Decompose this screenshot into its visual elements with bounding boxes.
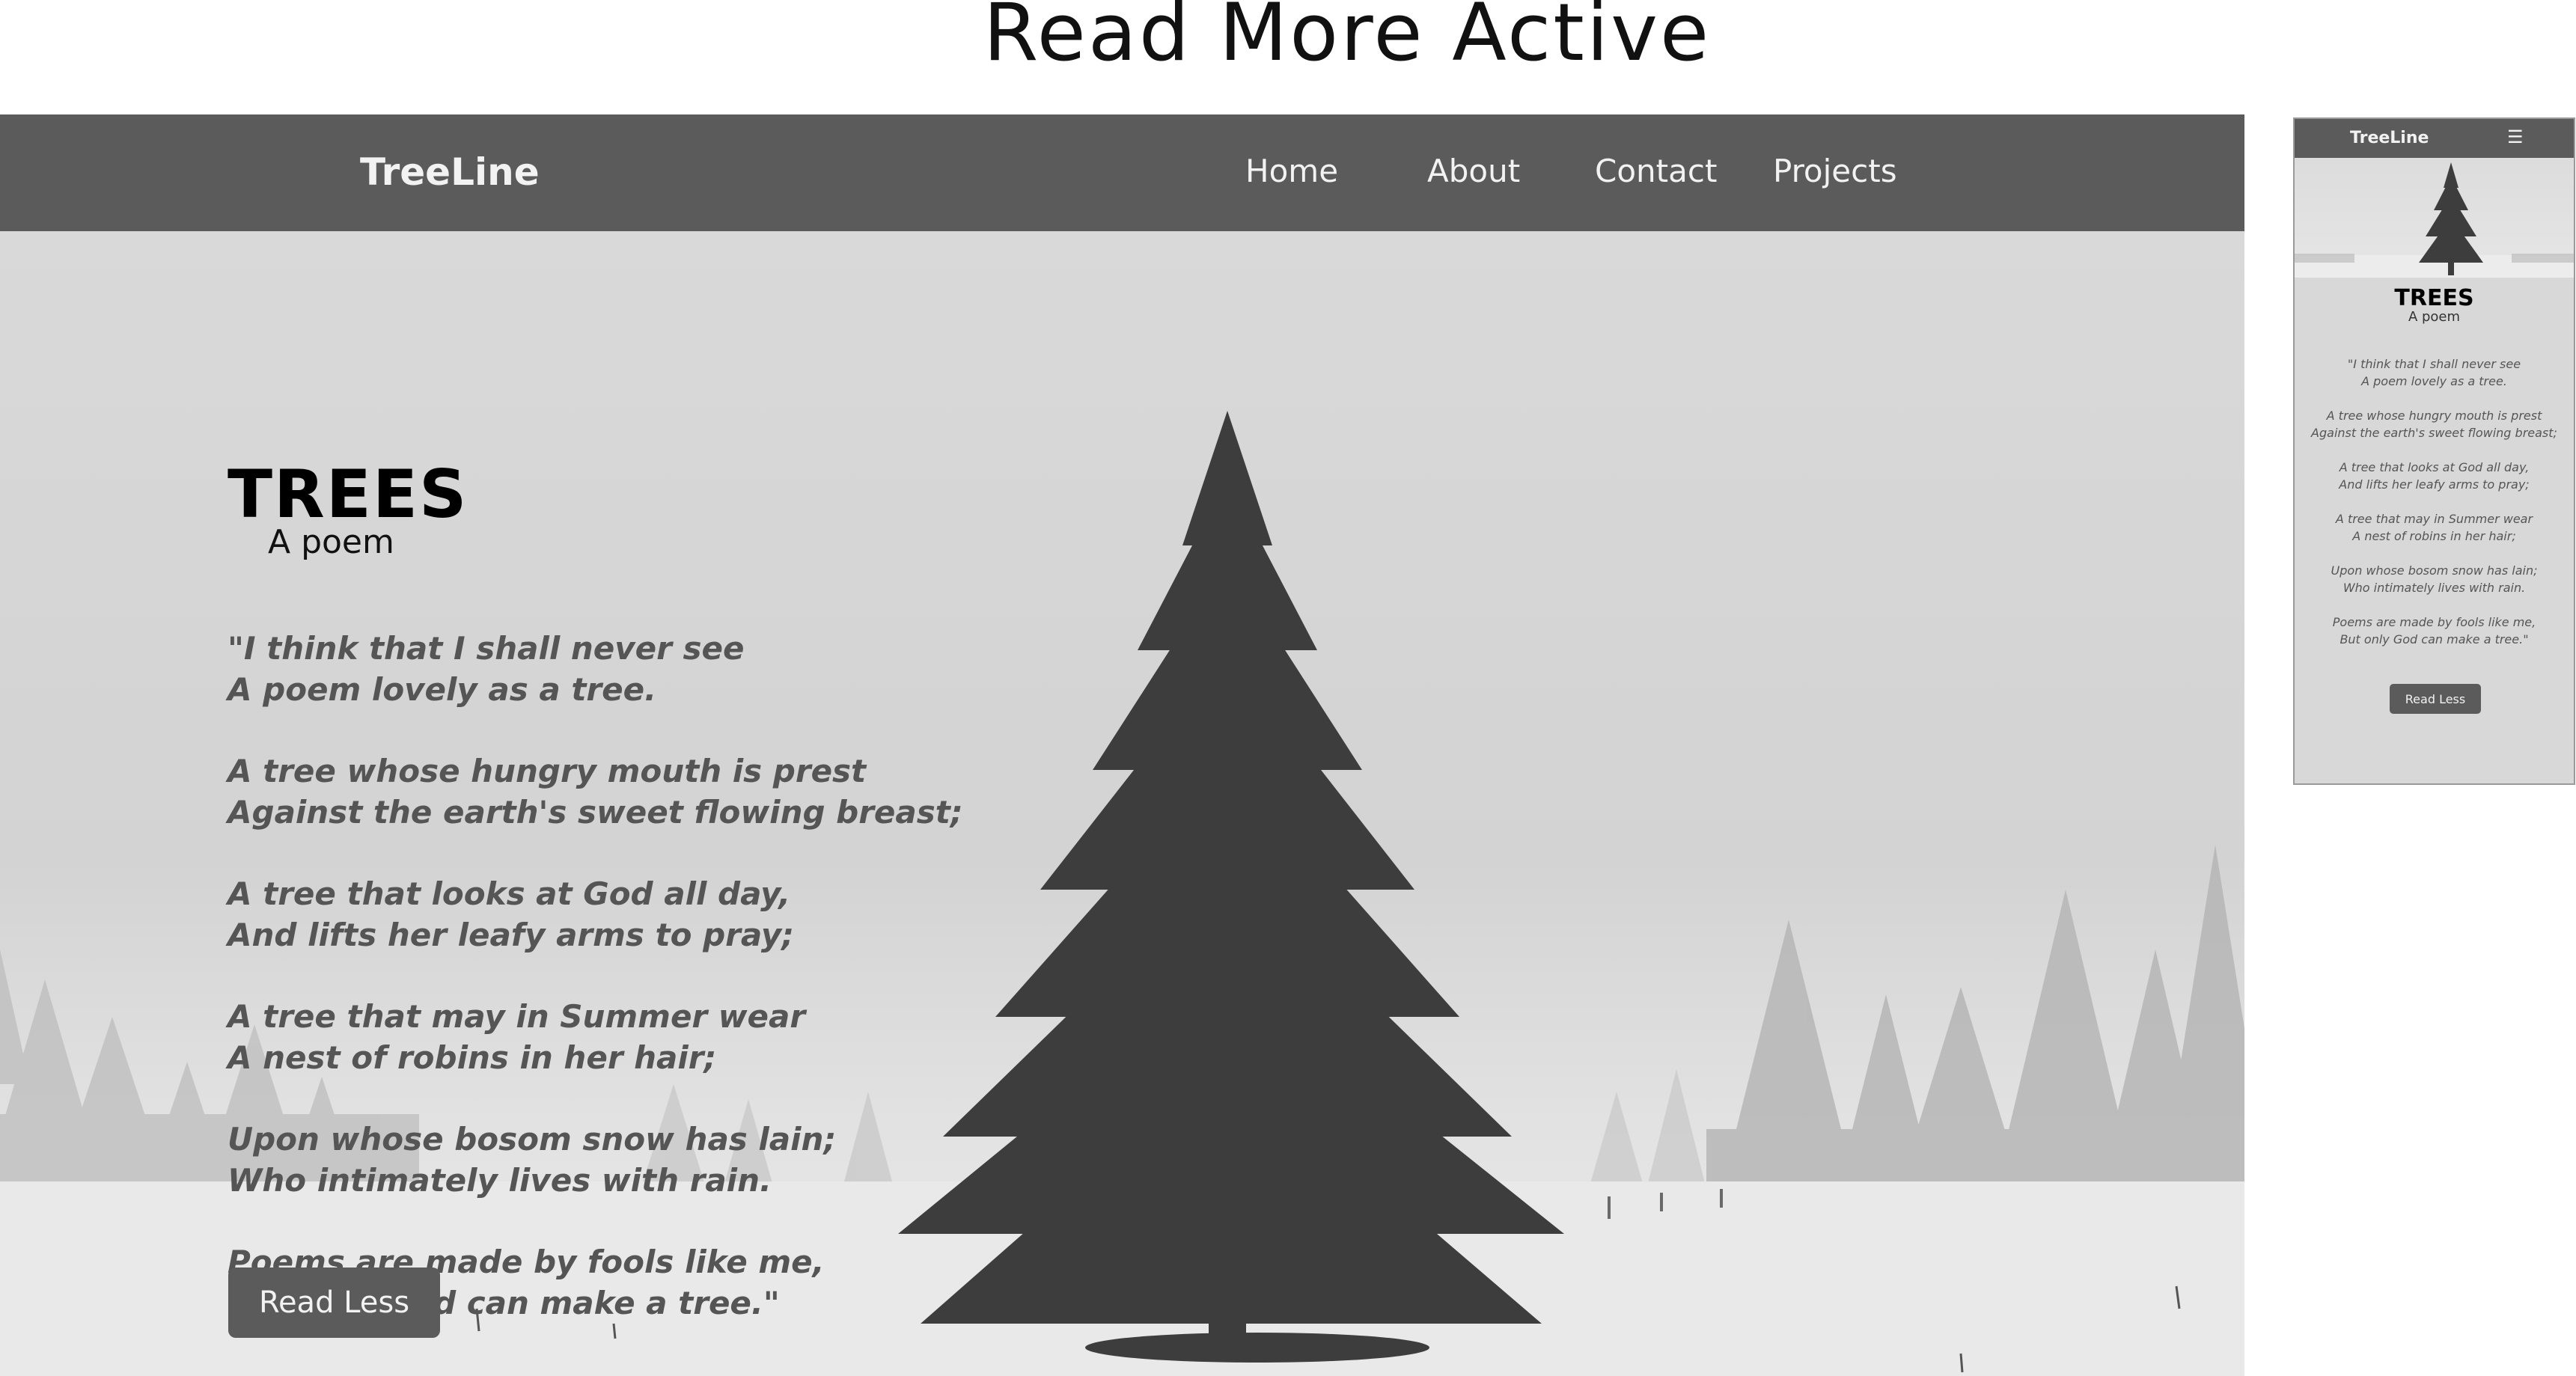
poem-line: A tree that may in Summer wear <box>228 998 806 1035</box>
poem-subtitle: A poem <box>268 523 394 561</box>
nav-link-contact[interactable]: Contact <box>1595 153 1717 189</box>
poem-line: A poem lovely as a tree. <box>228 671 657 708</box>
poem-stanza: Poems are made by fools like me, But onl… <box>2295 614 2574 648</box>
poem-stanza: Upon whose bosom snow has lain; Who inti… <box>228 1119 976 1201</box>
poem-stanza: "I think that I shall never see A poem l… <box>228 628 976 710</box>
poem-line: Poems are made by fools like me, <box>2332 615 2536 629</box>
tree-image <box>2295 162 2574 278</box>
desktop-mockup: TreeLine Home About Contact Projects TRE… <box>0 114 2244 1376</box>
hamburger-menu-icon[interactable]: ☰ <box>2507 126 2524 148</box>
hero-section: TREES A poem "I think that I shall never… <box>0 231 2244 1376</box>
mobile-poem-text: "I think that I shall never see A poem l… <box>2295 355 2574 665</box>
nav-link-home[interactable]: Home <box>1245 153 1338 189</box>
poem-line: Against the earth's sweet flowing breast… <box>228 794 963 831</box>
poem-stanza: A tree that looks at God all day, And li… <box>2295 459 2574 493</box>
poem-stanza: A tree that looks at God all day, And li… <box>228 873 976 955</box>
poem-stanza: A tree whose hungry mouth is prest Again… <box>228 750 976 833</box>
poem-line: Against the earth's sweet flowing breast… <box>2311 426 2557 440</box>
poem-line: A tree that looks at God all day, <box>2339 460 2530 474</box>
desktop-navbar: TreeLine Home About Contact Projects <box>0 114 2244 231</box>
poem-line: A tree that looks at God all day, <box>228 875 791 912</box>
poem-title: TREES <box>228 456 468 533</box>
poem-line: Upon whose bosom snow has lain; <box>2331 563 2538 578</box>
page-heading: Read More Active <box>983 0 1712 79</box>
poem-line: A poem lovely as a tree. <box>2361 374 2507 388</box>
nav-link-projects[interactable]: Projects <box>1773 153 1897 189</box>
poem-stanza: A tree that may in Summer wear A nest of… <box>2295 510 2574 545</box>
mobile-brand-logo[interactable]: TreeLine <box>2350 129 2429 147</box>
poem-line: And lifts her leafy arms to pray; <box>2339 477 2530 492</box>
poem-stanza: A tree whose hungry mouth is prest Again… <box>2295 407 2574 441</box>
poem-line: Upon whose bosom snow has lain; <box>228 1121 837 1158</box>
poem-line: A nest of robins in her hair; <box>228 1039 717 1076</box>
poem-line: A tree that may in Summer wear <box>2335 512 2533 526</box>
mobile-poem-title: TREES <box>2394 285 2474 311</box>
mobile-navbar: TreeLine ☰ <box>2295 119 2574 158</box>
poem-line: "I think that I shall never see <box>228 630 745 667</box>
poem-line: A nest of robins in her hair; <box>2352 529 2516 543</box>
poem-stanza: A tree that may in Summer wear A nest of… <box>228 996 976 1078</box>
brand-logo[interactable]: TreeLine <box>360 150 540 194</box>
poem-line: And lifts her leafy arms to pray; <box>228 917 795 953</box>
read-less-button[interactable]: Read Less <box>228 1268 440 1338</box>
poem-stanza: "I think that I shall never see A poem l… <box>2295 355 2574 390</box>
poem-line: A tree whose hungry mouth is prest <box>228 753 867 789</box>
poem-text: "I think that I shall never see A poem l… <box>228 628 976 1364</box>
mobile-read-less-button[interactable]: Read Less <box>2390 684 2481 714</box>
poem-line: Who intimately lives with rain. <box>228 1162 772 1199</box>
nav-link-about[interactable]: About <box>1427 153 1520 189</box>
poem-line: Who intimately lives with rain. <box>2342 581 2526 595</box>
poem-stanza: Upon whose bosom snow has lain; Who inti… <box>2295 562 2574 596</box>
mobile-poem-subtitle: A poem <box>2408 309 2461 325</box>
mobile-mockup: TreeLine ☰ TREES A poem "I think that I … <box>2293 117 2575 785</box>
poem-line: But only God can make a tree." <box>2340 632 2529 646</box>
poem-line: "I think that I shall never see <box>2347 357 2521 371</box>
mobile-hero-image <box>2295 158 2574 278</box>
poem-line: A tree whose hungry mouth is prest <box>2326 409 2542 423</box>
